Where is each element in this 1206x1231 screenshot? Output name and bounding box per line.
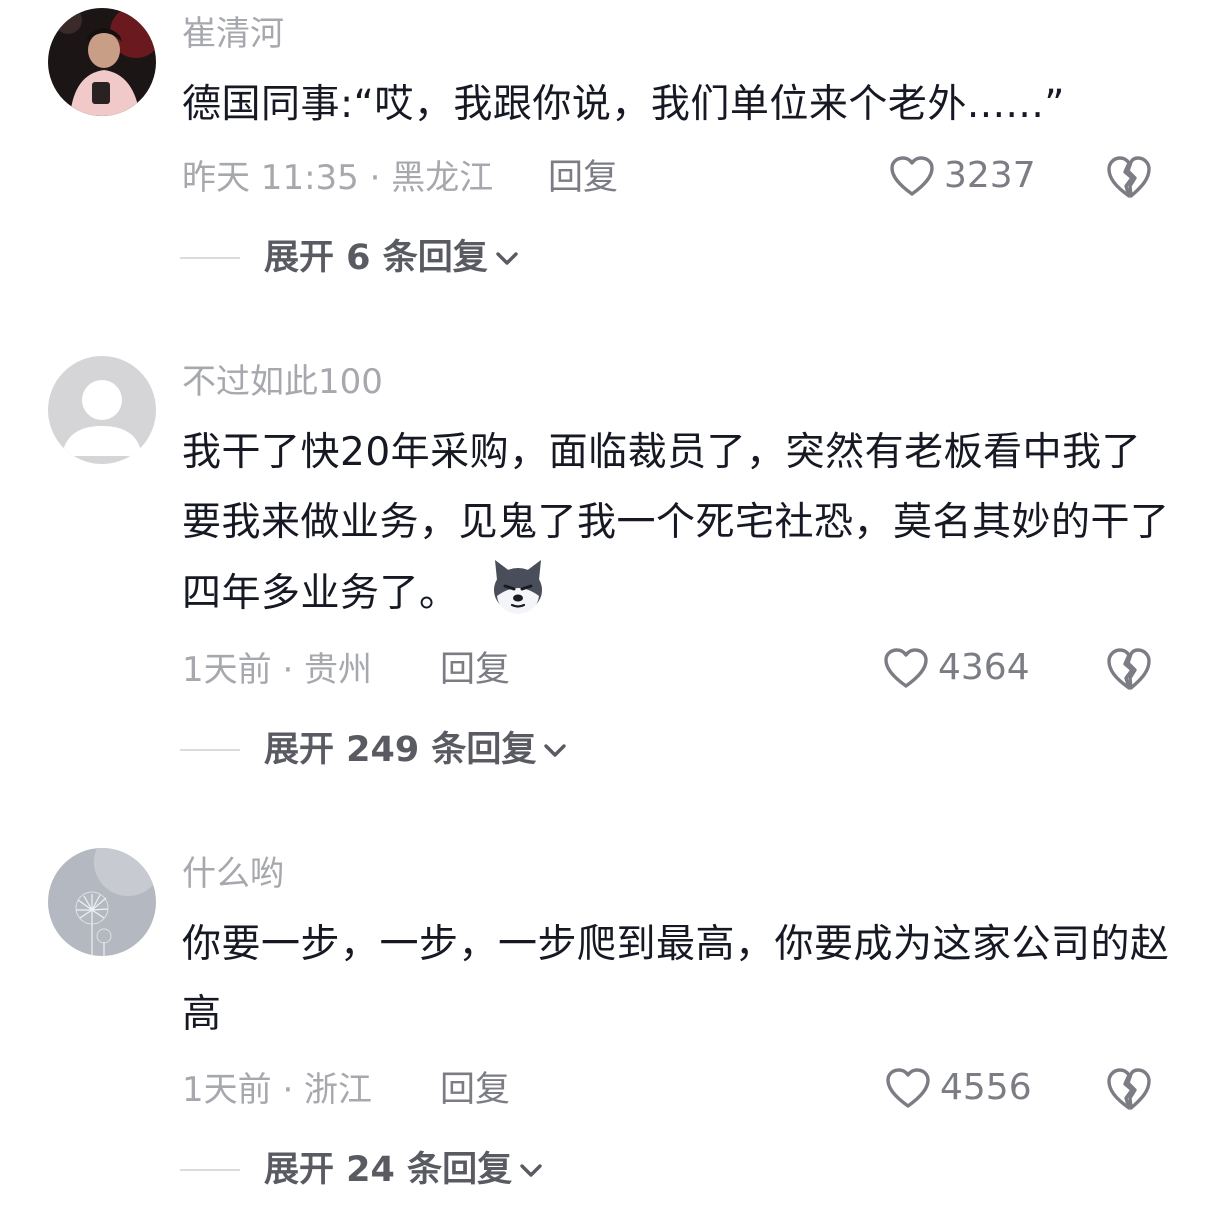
user-avatar[interactable]	[48, 356, 156, 464]
expand-replies-label: 展开 6 条回复	[264, 238, 488, 278]
expand-replies-button[interactable]: 展开 249 条回复	[180, 730, 568, 770]
comment-text: 德国同事:“哎，我跟你说，我们单位来个老外......”	[182, 82, 1065, 127]
user-avatar[interactable]	[48, 8, 156, 116]
username[interactable]: 不过如此100	[182, 362, 383, 402]
default-user-avatar-icon	[48, 356, 156, 464]
chevron-down-icon	[520, 1164, 542, 1177]
time-location: 1天前 · 贵州	[182, 650, 373, 690]
reply-button[interactable]: 回复	[440, 1070, 510, 1110]
like-count: 4556	[940, 1067, 1032, 1108]
username[interactable]: 崔清河	[182, 14, 284, 54]
comment-item: 什么哟 你要一步，一步，一步爬到最高，你要成为这家公司的赵高 1天前 · 浙江 …	[0, 842, 1206, 1222]
expand-replies-button[interactable]: 展开 24 条回复	[180, 1150, 544, 1190]
time-location: 1天前 · 浙江	[182, 1070, 373, 1110]
divider-line	[180, 1169, 240, 1171]
reply-button[interactable]: 回复	[548, 158, 618, 198]
dandelion-photo-avatar-icon	[48, 848, 156, 956]
comment-text-body: 我干了快20年采购，面临裁员了，突然有老板看中我了要我来做业务，见鬼了我一个死宅…	[182, 430, 1170, 616]
like-count: 4364	[938, 647, 1030, 688]
like-button[interactable]: 4556	[884, 1066, 1032, 1110]
expand-replies-label: 展开 249 条回复	[264, 730, 537, 770]
heart-outline-icon	[886, 1068, 930, 1108]
expand-replies-label: 展开 24 条回复	[264, 1150, 513, 1190]
heart-outline-icon	[884, 648, 928, 688]
divider-line	[180, 749, 240, 751]
dislike-button[interactable]	[1104, 1066, 1154, 1112]
dislike-button[interactable]	[1104, 154, 1154, 200]
comment-text: 我干了快20年采购，面临裁员了，突然有老板看中我了要我来做业务，见鬼了我一个死宅…	[182, 418, 1172, 629]
divider-line	[180, 257, 240, 259]
time-location: 昨天 11:35 · 黑龙江	[182, 158, 494, 198]
broken-heart-icon	[1107, 648, 1151, 690]
like-button[interactable]: 4364	[882, 646, 1030, 690]
user-photo-avatar-icon	[48, 8, 156, 116]
expand-replies-button[interactable]: 展开 6 条回复	[180, 238, 520, 278]
user-avatar[interactable]	[48, 848, 156, 956]
like-button[interactable]: 3237	[888, 154, 1036, 198]
like-count: 3237	[944, 155, 1036, 196]
broken-heart-icon	[1107, 156, 1151, 198]
chevron-down-icon	[496, 252, 518, 265]
comment-item: 不过如此100 我干了快20年采购，面临裁员了，突然有老板看中我了要我来做业务，…	[0, 350, 1206, 780]
dislike-button[interactable]	[1104, 646, 1154, 692]
reply-button[interactable]: 回复	[440, 650, 510, 690]
username[interactable]: 什么哟	[182, 854, 284, 894]
broken-heart-icon	[1107, 1068, 1151, 1110]
comment-text: 你要一步，一步，一步爬到最高，你要成为这家公司的赵高	[182, 922, 1170, 1037]
heart-outline-icon	[890, 156, 934, 196]
chevron-down-icon	[544, 744, 567, 757]
comment-item: 崔清河 德国同事:“哎，我跟你说，我们单位来个老外......” 昨天 11:3…	[0, 0, 1206, 300]
husky-emoji-icon	[493, 560, 542, 614]
